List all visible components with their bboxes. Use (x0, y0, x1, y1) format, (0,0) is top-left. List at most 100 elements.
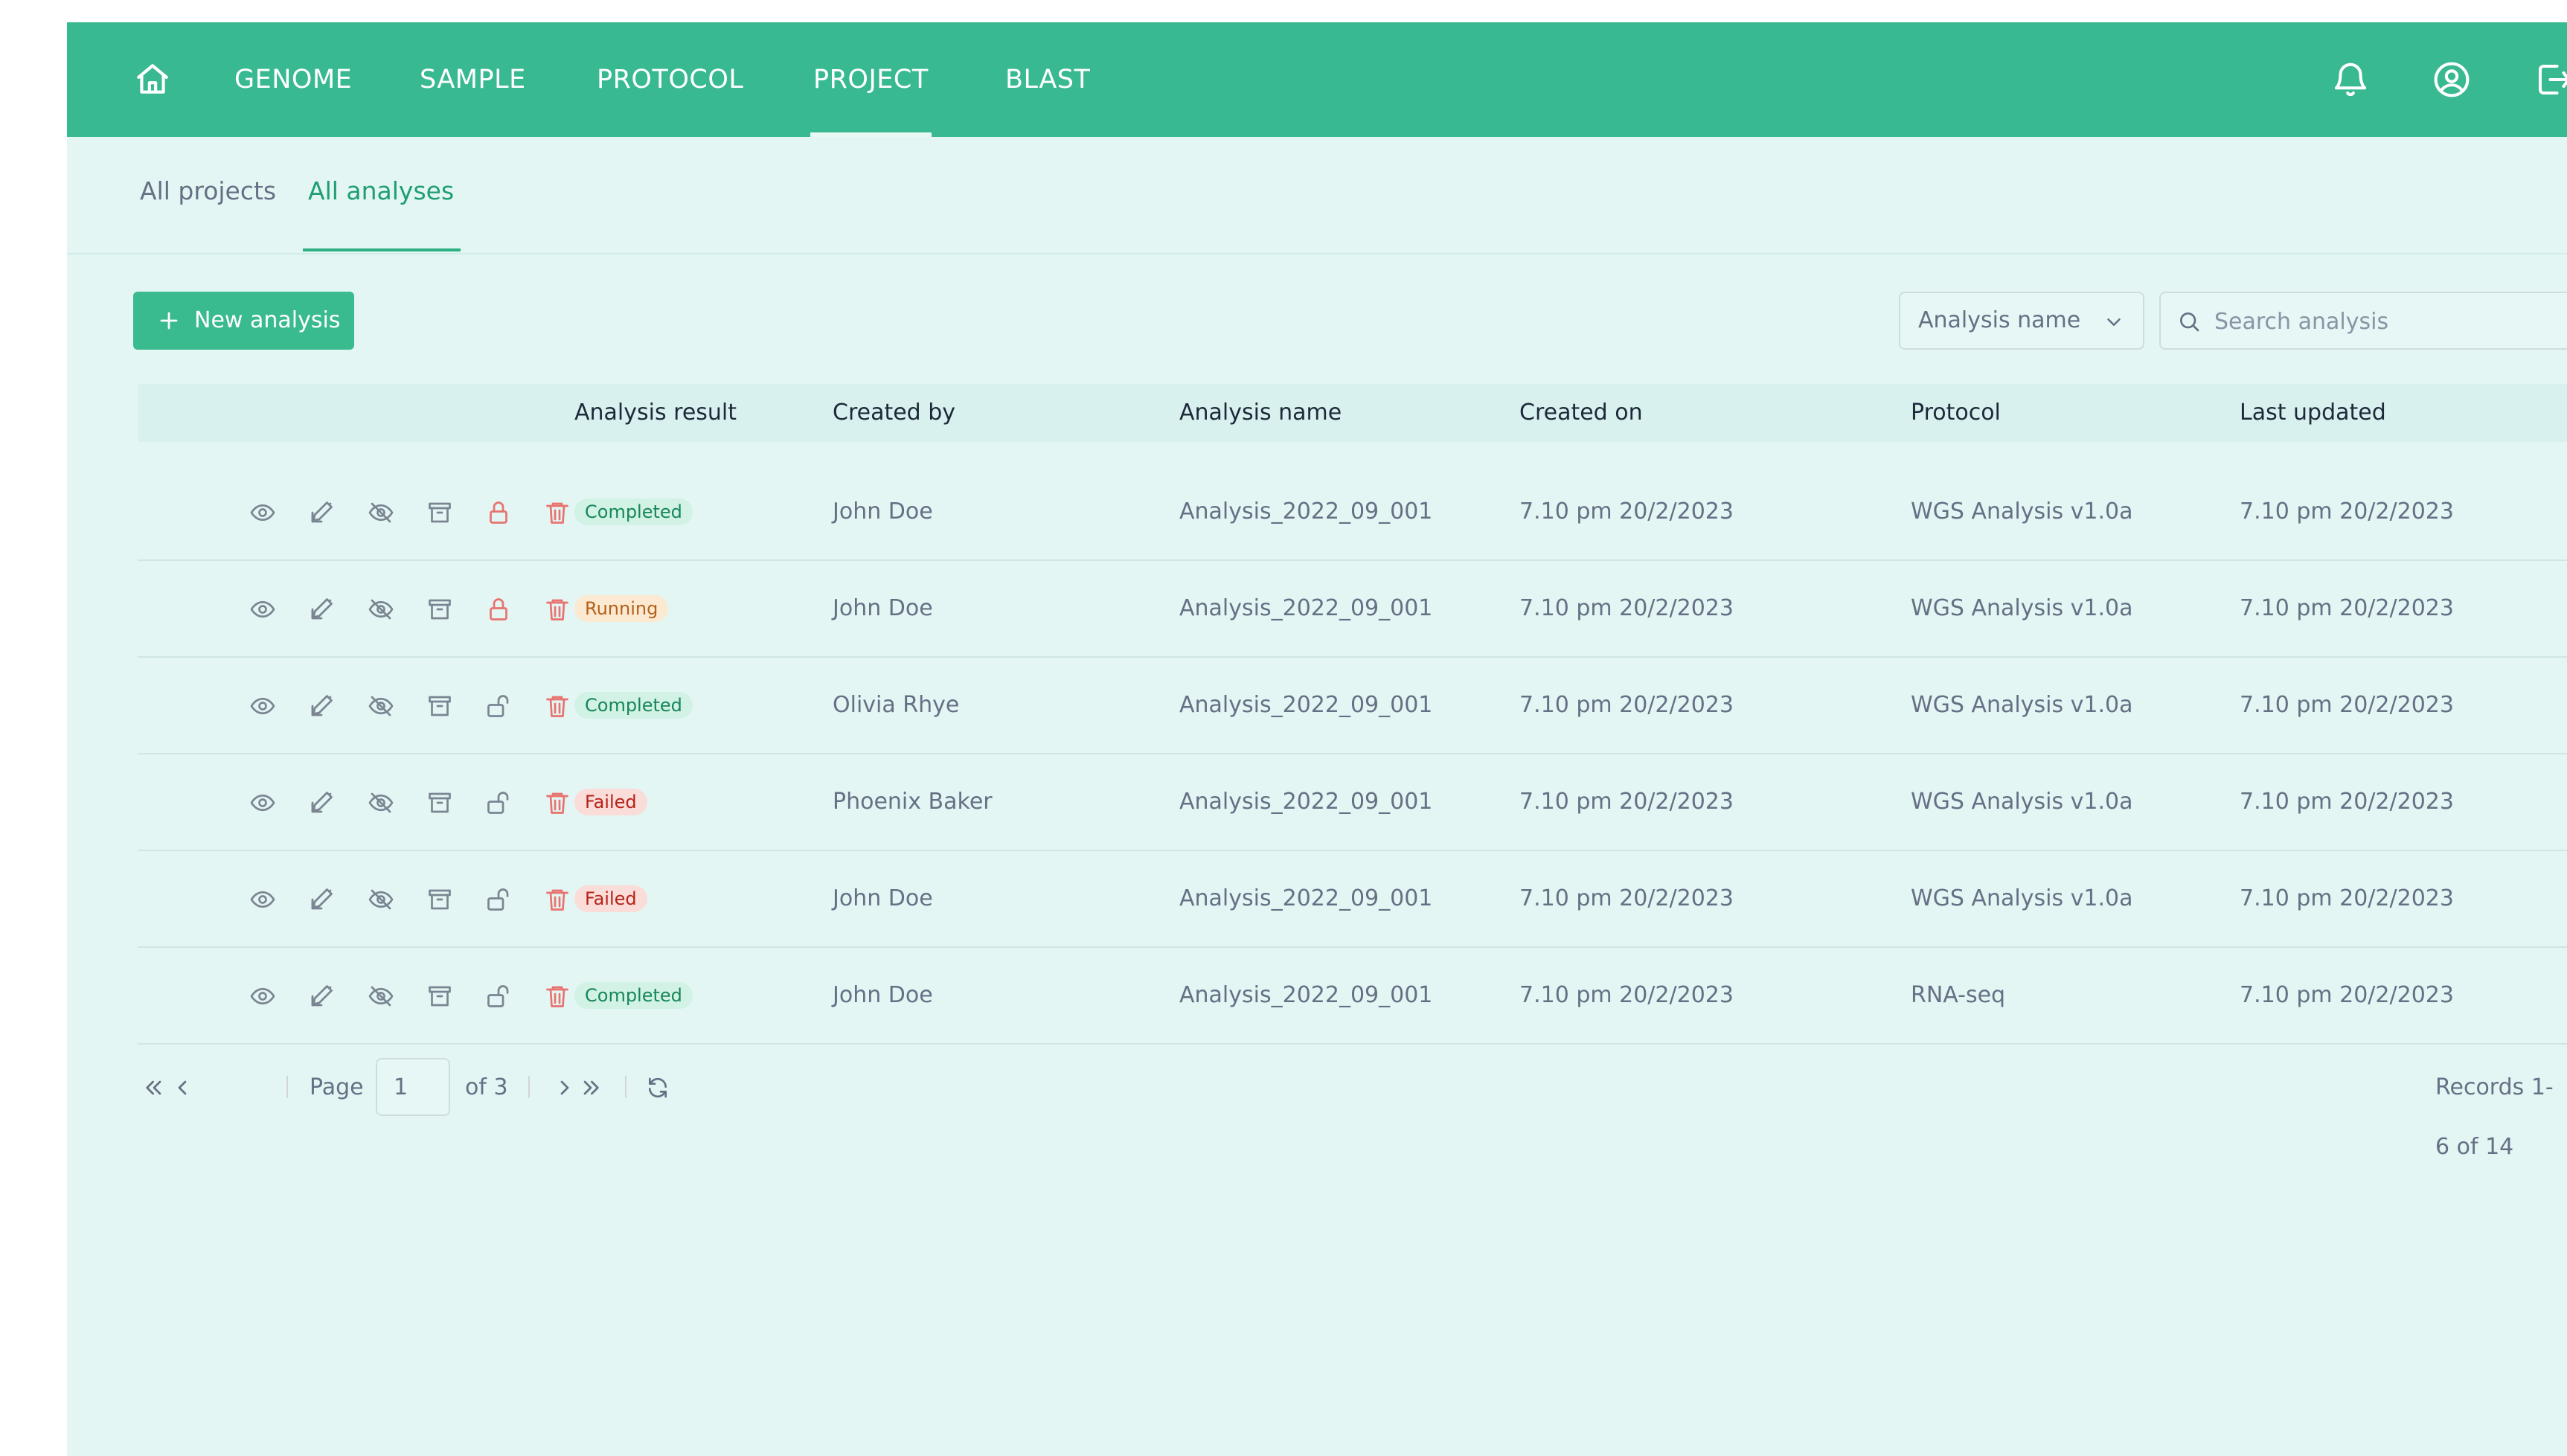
top-nav: GENOME SAMPLE PROTOCOL PROJECT BLAST (67, 22, 2567, 137)
table-header: Analysis result Created by Analysis name… (138, 384, 2567, 442)
analysis-name-cell: Analysis_2022_09_001 (1179, 789, 1433, 815)
archive-icon[interactable] (426, 596, 453, 623)
analysis-name-cell: Analysis_2022_09_001 (1179, 595, 1433, 621)
last-page-icon[interactable] (579, 1076, 603, 1100)
app-window: GENOME SAMPLE PROTOCOL PROJECT BLAST All… (67, 22, 2567, 1456)
user-circle-icon[interactable] (2432, 60, 2472, 100)
edit-icon[interactable] (308, 983, 335, 1010)
last-updated-cell: 7.10 pm 20/2/2023 (2240, 498, 2454, 525)
status-badge: Failed (574, 789, 647, 815)
trash-icon[interactable] (544, 499, 571, 526)
protocol-cell: WGS Analysis v1.0a (1911, 498, 2133, 525)
trash-icon[interactable] (544, 789, 571, 816)
archive-icon[interactable] (426, 983, 453, 1010)
trash-icon[interactable] (544, 693, 571, 719)
page-total: of 3 (465, 1074, 508, 1100)
status-badge: Completed (574, 692, 693, 719)
records-count: Records 1-6 of 14 (2435, 1074, 2554, 1160)
col-created-on[interactable]: Created on (1519, 384, 1643, 442)
nav-protocol[interactable]: PROTOCOL (597, 22, 743, 137)
plus-icon (158, 310, 180, 332)
divider (625, 1076, 626, 1098)
created-by-cell: John Doe (833, 982, 933, 1008)
edit-icon[interactable] (308, 693, 335, 719)
logout-icon[interactable] (2534, 60, 2567, 100)
eye-off-icon[interactable] (368, 596, 394, 623)
eye-off-icon[interactable] (368, 693, 394, 719)
tab-all-analyses[interactable]: All analyses (302, 137, 461, 251)
tab-all-projects[interactable]: All projects (140, 137, 276, 251)
col-analysis-name[interactable]: Analysis name (1179, 384, 1342, 442)
edit-icon[interactable] (308, 886, 335, 913)
unlock-icon[interactable] (485, 886, 512, 913)
protocol-cell: WGS Analysis v1.0a (1911, 789, 2133, 815)
pagination: Page of 3 Records 1-6 of 14 (138, 1058, 2567, 1160)
created-on-cell: 7.10 pm 20/2/2023 (1519, 692, 1734, 718)
edit-icon[interactable] (308, 596, 335, 623)
col-protocol[interactable]: Protocol (1911, 384, 2001, 442)
eye-icon[interactable] (249, 693, 276, 719)
unlock-icon[interactable] (485, 693, 512, 719)
table-row: Completed John Doe Analysis_2022_09_001 7.1… (138, 948, 2567, 1045)
created-by-cell: Phoenix Baker (833, 789, 993, 815)
created-on-cell: 7.10 pm 20/2/2023 (1519, 982, 1734, 1008)
last-updated-cell: 7.10 pm 20/2/2023 (2240, 595, 2454, 621)
created-by-cell: John Doe (833, 885, 933, 911)
page-number-input[interactable] (376, 1058, 450, 1116)
bell-icon[interactable] (2330, 60, 2371, 100)
status-badge: Completed (574, 498, 693, 525)
col-last-updated[interactable]: Last updated (2240, 384, 2386, 442)
eye-off-icon[interactable] (368, 886, 394, 913)
archive-icon[interactable] (426, 499, 453, 526)
lock-icon[interactable] (485, 499, 512, 526)
chevron-down-icon (2103, 311, 2125, 333)
eye-icon[interactable] (249, 983, 276, 1010)
search-input[interactable] (2213, 295, 2558, 348)
trash-icon[interactable] (544, 983, 571, 1010)
eye-icon[interactable] (249, 886, 276, 913)
eye-off-icon[interactable] (368, 789, 394, 816)
lock-icon[interactable] (485, 596, 512, 623)
last-updated-cell: 7.10 pm 20/2/2023 (2240, 885, 2454, 911)
search-box (2159, 292, 2567, 350)
protocol-cell: RNA-seq (1911, 982, 2006, 1008)
analysis-name-cell: Analysis_2022_09_001 (1179, 982, 1433, 1008)
eye-icon[interactable] (249, 596, 276, 623)
analysis-name-cell: Analysis_2022_09_001 (1179, 885, 1433, 911)
protocol-cell: WGS Analysis v1.0a (1911, 595, 2133, 621)
eye-off-icon[interactable] (368, 499, 394, 526)
edit-icon[interactable] (308, 789, 335, 816)
refresh-icon[interactable] (646, 1076, 670, 1100)
page-label: Page (310, 1074, 364, 1100)
nav-genome[interactable]: GENOME (234, 22, 352, 137)
archive-icon[interactable] (426, 886, 453, 913)
nav-sample[interactable]: SAMPLE (420, 22, 526, 137)
last-updated-cell: 7.10 pm 20/2/2023 (2240, 789, 2454, 815)
eye-icon[interactable] (249, 499, 276, 526)
edit-icon[interactable] (308, 499, 335, 526)
protocol-cell: WGS Analysis v1.0a (1911, 885, 2133, 911)
trash-icon[interactable] (544, 596, 571, 623)
archive-icon[interactable] (426, 693, 453, 719)
next-page-icon[interactable] (553, 1076, 577, 1100)
eye-icon[interactable] (249, 789, 276, 816)
divider (286, 1076, 288, 1098)
col-created-by[interactable]: Created by (833, 384, 955, 442)
first-page-icon[interactable] (142, 1076, 166, 1100)
last-updated-cell: 7.10 pm 20/2/2023 (2240, 982, 2454, 1008)
new-analysis-label: New analysis (194, 307, 341, 333)
nav-project[interactable]: PROJECT (810, 22, 932, 137)
new-analysis-button[interactable]: New analysis (133, 292, 354, 350)
analysis-name-cell: Analysis_2022_09_001 (1179, 692, 1433, 718)
archive-icon[interactable] (426, 789, 453, 816)
search-field-select[interactable]: Analysis name (1899, 292, 2144, 350)
table-row: Failed John Doe Analysis_2022_09_001 7.10 p… (138, 851, 2567, 948)
trash-icon[interactable] (544, 886, 571, 913)
col-analysis-result[interactable]: Analysis result (574, 384, 737, 442)
unlock-icon[interactable] (485, 789, 512, 816)
eye-off-icon[interactable] (368, 983, 394, 1010)
nav-blast[interactable]: BLAST (1005, 22, 1090, 137)
unlock-icon[interactable] (485, 983, 512, 1010)
home-icon[interactable] (134, 61, 171, 98)
prev-page-icon[interactable] (170, 1076, 194, 1100)
